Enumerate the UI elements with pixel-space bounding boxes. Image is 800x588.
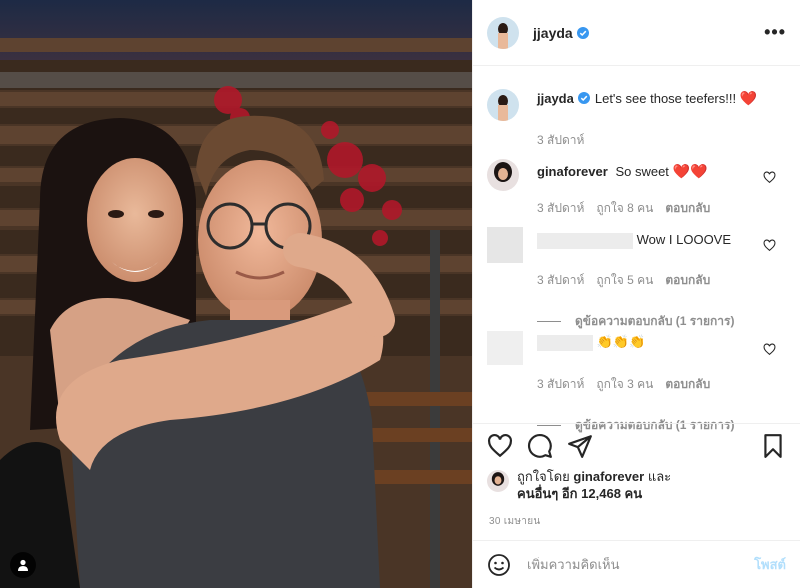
comment-text: Wow I LOOOVE <box>636 232 732 247</box>
comment-time[interactable]: 3 สัปดาห์ <box>537 375 584 394</box>
like-comment-heart-icon[interactable] <box>763 239 776 252</box>
reply-button[interactable]: ตอบกลับ <box>665 375 710 394</box>
replies-divider <box>537 321 561 322</box>
share-paper-plane-icon[interactable] <box>567 433 593 459</box>
comment-likes[interactable]: ถูกใจ 8 คน <box>596 199 653 218</box>
caption-body: jjayda Let's see those teefers!!! ❤️ <box>537 89 757 108</box>
comment-body: ginaforever So sweet ❤️❤️ <box>537 162 707 181</box>
caption-username[interactable]: jjayda <box>537 91 574 106</box>
caption-avatar[interactable] <box>487 89 519 121</box>
comment-meta: 3 สัปดาห์ ถูกใจ 5 คน ตอบกลับ <box>537 271 786 290</box>
post-header: jjayda ••• <box>473 0 800 66</box>
author-avatar[interactable] <box>487 16 519 49</box>
liked-by-prefix: ถูกใจโดย <box>517 469 570 484</box>
user-icon <box>18 559 28 571</box>
liker-avatar[interactable] <box>487 470 509 492</box>
blurred-username <box>537 232 633 249</box>
others-count-link[interactable]: คนอื่นๆ อีก 12,468 คน <box>517 486 642 501</box>
bookmark-icon[interactable] <box>760 433 786 459</box>
likes-text: ถูกใจโดย ginaforever และ คนอื่นๆ อีก 12,… <box>517 468 671 502</box>
post-comment-button[interactable]: โพสต์ <box>754 554 786 575</box>
comment-body: 👏👏👏 <box>537 333 645 351</box>
emoji-smiley-icon[interactable] <box>487 553 511 577</box>
comment-item: 👏👏👏 3 สัปดาห์ ถูกใจ 3 คน ตอบกลับ ดูข้อคว… <box>487 331 786 435</box>
tagged-users-button[interactable] <box>10 552 36 578</box>
post-side-panel: jjayda ••• jjayda Let's see those teefers… <box>472 0 800 588</box>
comment-input[interactable] <box>527 557 755 572</box>
like-comment-heart-icon[interactable] <box>763 171 776 184</box>
comment-item: ginaforever So sweet ❤️❤️ 3 สัปดาห์ ถูกใ… <box>487 159 786 218</box>
comment-text: 👏👏👏 <box>596 334 646 349</box>
reply-button[interactable]: ตอบกลับ <box>665 271 710 290</box>
author-username[interactable]: jjayda <box>533 25 573 41</box>
comment-body: Wow I LOOOVE <box>537 231 731 249</box>
comment-meta: 3 สัปดาห์ ถูกใจ 8 คน ตอบกลับ <box>537 199 786 218</box>
comments-list[interactable]: jjayda Let's see those teefers!!! ❤️ 3 สั… <box>473 67 800 432</box>
caption-text: Let's see those teefers!!! <box>594 91 737 106</box>
comment-username[interactable]: ginaforever <box>537 164 608 179</box>
reply-button[interactable]: ตอบกลับ <box>665 199 710 218</box>
liker-username[interactable]: ginaforever <box>573 469 644 484</box>
comment-likes[interactable]: ถูกใจ 3 คน <box>596 375 653 394</box>
like-heart-icon[interactable] <box>487 433 513 459</box>
commenter-avatar[interactable] <box>487 159 519 191</box>
caption: jjayda Let's see those teefers!!! ❤️ 3 สั… <box>487 89 786 150</box>
more-options-button[interactable]: ••• <box>764 22 786 43</box>
add-comment-bar: โพสต์ <box>473 540 800 588</box>
red-heart-emoji: ❤️ <box>739 90 758 106</box>
red-heart-emoji: ❤️❤️ <box>672 163 708 179</box>
comment-time[interactable]: 3 สัปดาห์ <box>537 271 584 290</box>
likes-summary: ถูกใจโดย ginaforever และ คนอื่นๆ อีก 12,… <box>487 468 786 502</box>
comment-item: Wow I LOOOVE 3 สัปดาห์ ถูกใจ 5 คน ตอบกลั… <box>487 227 786 331</box>
commenter-avatar-blurred[interactable] <box>487 227 523 263</box>
comment-text: So sweet <box>615 164 669 179</box>
comment-likes[interactable]: ถูกใจ 5 คน <box>596 271 653 290</box>
verified-badge-icon <box>576 26 589 39</box>
caption-meta: 3 สัปดาห์ <box>537 131 786 150</box>
like-comment-heart-icon[interactable] <box>763 343 776 356</box>
view-replies-button[interactable]: ดูข้อความตอบกลับ (1 รายการ) <box>537 312 786 331</box>
comment-bubble-icon[interactable] <box>527 433 553 459</box>
comment-meta: 3 สัปดาห์ ถูกใจ 3 คน ตอบกลับ <box>537 375 786 394</box>
blurred-username <box>537 334 593 351</box>
post-actions <box>473 423 800 467</box>
post-photo[interactable] <box>0 0 472 588</box>
comment-time[interactable]: 3 สัปดาห์ <box>537 199 584 218</box>
commenter-avatar-blurred[interactable] <box>487 331 523 365</box>
post-date[interactable]: 30 เมษายน <box>489 514 541 529</box>
caption-time[interactable]: 3 สัปดาห์ <box>537 131 584 150</box>
liked-by-and: และ <box>647 469 672 484</box>
view-replies-label[interactable]: ดูข้อความตอบกลับ (1 รายการ) <box>575 312 734 331</box>
verified-badge-icon <box>577 92 590 104</box>
photo-image <box>0 0 472 588</box>
